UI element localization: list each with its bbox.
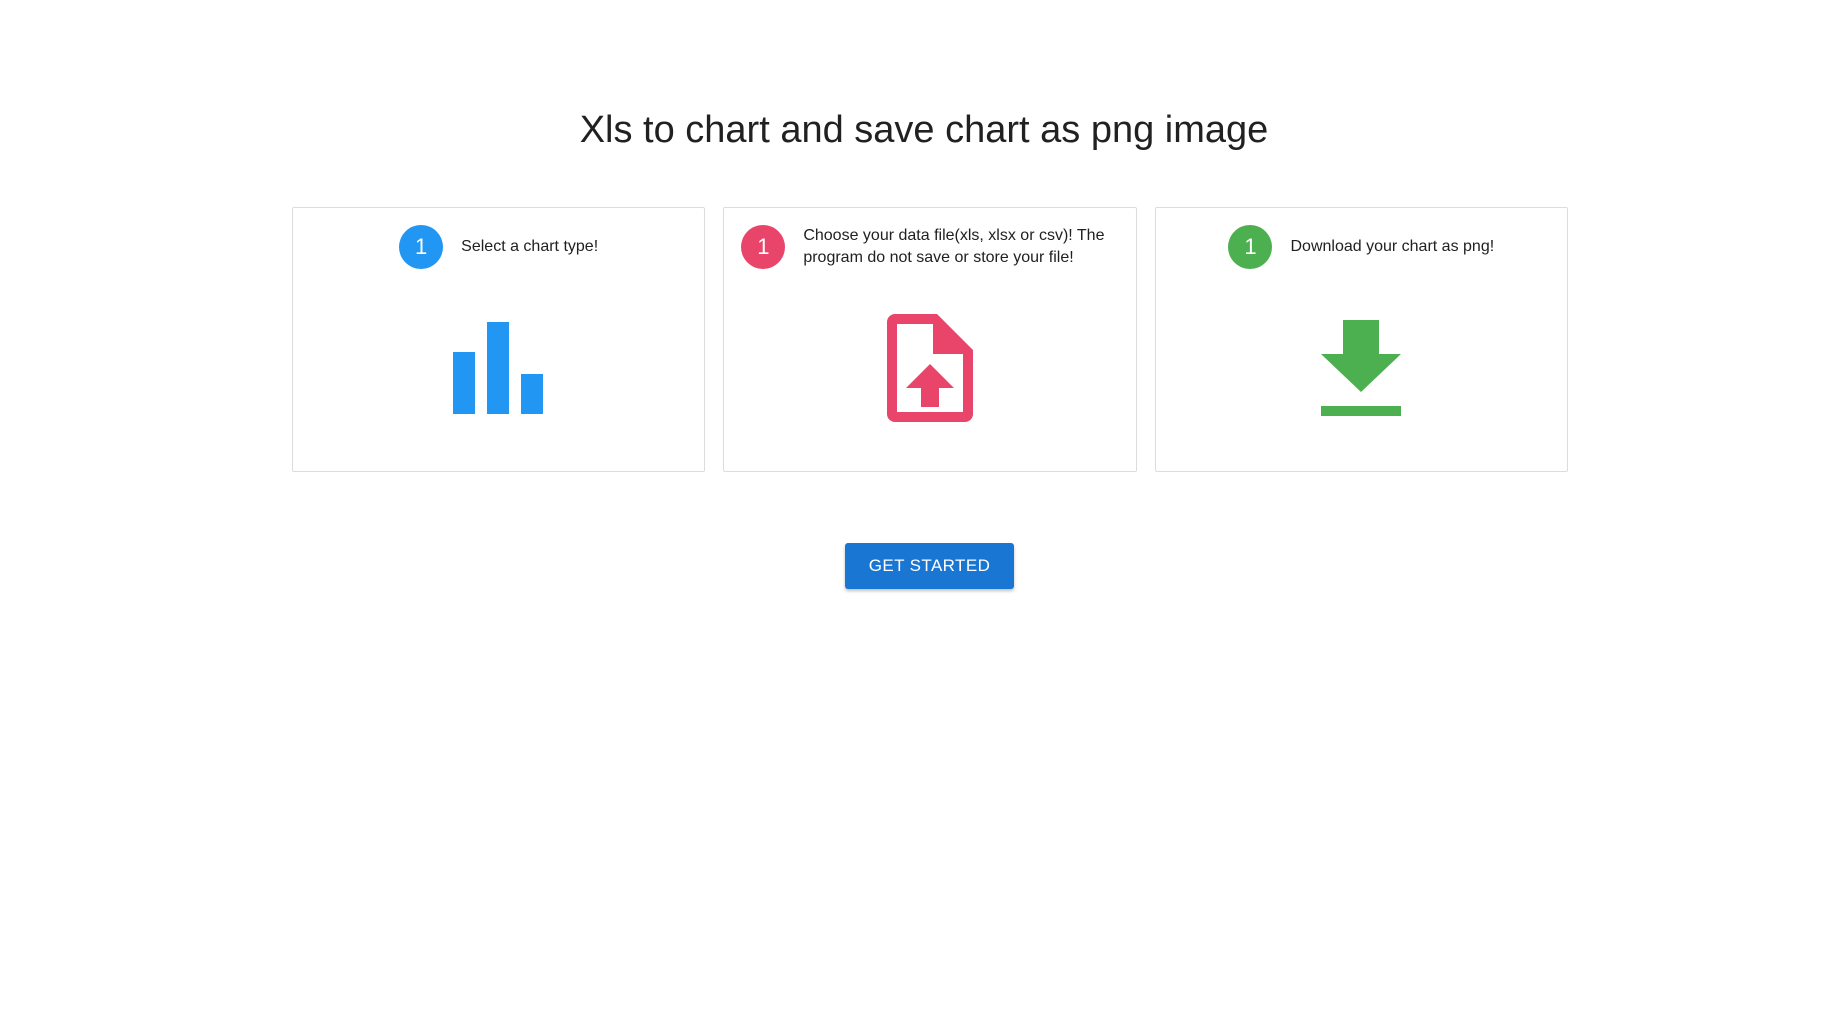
step-header: 1 Choose your data file(xls, xlsx or csv… [724,225,1135,269]
step-card-select-chart: 1 Select a chart type! [292,207,706,472]
step-header: 1 Select a chart type! [293,225,704,269]
page-title: Xls to chart and save chart as png image [579,109,1269,151]
download-icon [1156,308,1567,428]
file-upload-icon [724,308,1135,428]
step-header: 1 Download your chart as png! [1156,225,1567,269]
page: Xls to chart and save chart as png image… [0,0,1848,1036]
step-text: Choose your data file(xls, xlsx or csv)!… [803,227,1105,266]
get-started-button[interactable]: GET STARTED [845,543,1014,589]
step-text: Download your chart as png! [1290,238,1495,255]
step-number-badge: 1 [741,225,786,269]
step-text: Select a chart type! [461,238,599,255]
step-card-download: 1 Download your chart as png! [1154,207,1568,472]
step-number-badge: 1 [1228,225,1273,269]
steps-container: 1 Select a chart type! 1 Choose your dat… [292,207,1568,472]
bar-chart-icon [293,308,704,428]
step-card-choose-file: 1 Choose your data file(xls, xlsx or csv… [723,207,1137,472]
step-number-badge: 1 [399,225,444,269]
